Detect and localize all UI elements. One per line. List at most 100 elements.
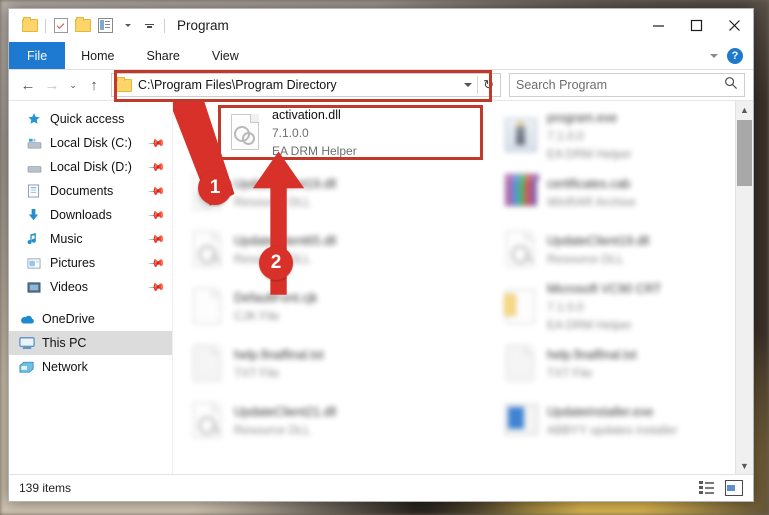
properties-checkbox-icon[interactable] [50,15,72,37]
help-icon[interactable]: ? [727,47,743,64]
executable-icon [502,115,538,157]
selected-file-item[interactable]: activation.dll 7.1.0.0 EA DRM Helper [218,105,483,160]
wrench-dll-icon [502,229,538,271]
file-item[interactable]: UpdateClient21.dll Resource DLL [185,392,490,449]
close-icon[interactable] [715,9,753,42]
file-name: UpdateClient19.dll [234,176,337,191]
scrollbar-thumb[interactable] [737,120,752,186]
sidebar-item-this-pc[interactable]: This PC [9,331,172,355]
file-text: help.finalfinal.txt TXT File [547,346,637,382]
wrench-dll-icon [189,400,225,442]
navigation-pane: Quick access Local Disk (C:) 📌 Local Dis… [9,101,173,474]
sidebar-item-label: Downloads [50,208,112,222]
search-box[interactable]: Search Program [509,73,745,97]
onedrive-icon [19,313,39,325]
address-divider [477,76,479,94]
file-name: help.finalfinal.txt [547,347,637,362]
scroll-down-icon[interactable]: ▼ [736,457,753,474]
details-view-icon[interactable] [699,481,715,495]
sidebar-item-videos[interactable]: Videos 📌 [9,275,172,299]
up-arrow-icon[interactable]: ↑ [83,73,105,97]
pin-icon[interactable]: 📌 [148,254,167,273]
file-item[interactable]: Microsoft VC90 CRT 7.1.0.0 EA DRM Helper [498,278,753,335]
file-meta: Resource DLL [234,251,311,266]
recent-locations-chevron-icon[interactable]: ⌄ [65,73,81,97]
star-icon [27,112,47,126]
maximize-icon[interactable] [677,9,715,42]
pin-icon[interactable]: 📌 [148,230,167,249]
file-text: UpdateClient21.dll Resource DLL [234,403,336,439]
selected-file-version: 7.1.0.0 [272,125,309,140]
refresh-icon[interactable]: ↻ [483,77,496,93]
sidebar-item-network[interactable]: Network [9,355,172,379]
file-meta: 7.1.0.0 [547,299,584,314]
tab-file[interactable]: File [9,42,66,69]
file-item[interactable]: Updateinstaller.exe ABBYY updates instal… [498,392,753,449]
back-arrow-icon[interactable]: ← [17,73,39,97]
file-item[interactable]: DefaultFont.cjk CJK File [185,278,490,335]
address-bar[interactable]: C:\Program Files\Program Directory ↻ [111,73,501,97]
network-icon [19,360,39,374]
address-dropdown-chevron-icon[interactable] [464,83,473,87]
new-folder-icon[interactable] [72,15,94,37]
sidebar-item-label: Documents [50,184,114,198]
folder-icon[interactable] [19,15,41,37]
file-explorer-window: Program File Home Share View ? ← → ⌄ ↑ C… [8,8,754,502]
properties-icon[interactable] [94,15,116,37]
videos-icon [27,281,47,294]
vertical-scrollbar[interactable]: ▲ ▼ [735,101,753,474]
file-name: help.finalfinal.txt [234,347,324,362]
sidebar-item-downloads[interactable]: Downloads 📌 [9,203,172,227]
explorer-body: Quick access Local Disk (C:) 📌 Local Dis… [9,87,753,474]
file-text: Updateinstaller.exe ABBYY updates instal… [547,403,678,439]
ribbon-right-controls: ? [710,42,753,69]
qat-divider-2 [164,18,165,33]
file-item[interactable]: help.finalfinal.txt TXT File [498,335,753,392]
tab-home[interactable]: Home [65,42,130,69]
sidebar-item-quick-access[interactable]: Quick access [9,107,172,131]
wrench-dll-icon [189,172,225,214]
file-meta-2: EA DRM Helper [547,317,632,332]
ribbon-tab-bar: File Home Share View ? [9,42,753,70]
file-text: certificates.cab WinRAR Archive [547,175,636,211]
sidebar-item-label: This PC [42,336,87,350]
thumbnail-view-icon[interactable] [725,480,743,496]
search-icon[interactable] [724,76,738,95]
minimize-icon[interactable] [639,9,677,42]
file-meta: Resource DLL [234,422,311,437]
file-item[interactable]: UpdateClient65.dll Resource DLL [185,221,490,278]
gears-dll-icon [227,112,263,154]
qat-properties-caret-icon[interactable] [116,15,138,37]
file-text: program.exe 7.1.0.0 EA DRM Helper [547,109,632,163]
quick-access-toolbar [9,15,169,37]
pin-icon[interactable]: 📌 [148,182,167,201]
sidebar-item-documents[interactable]: Documents 📌 [9,179,172,203]
sidebar-item-local-disk-d[interactable]: Local Disk (D:) 📌 [9,155,172,179]
file-name: UpdateClient21.dll [234,404,337,419]
file-text: help.finalfinal.txt TXT File [234,346,324,382]
pin-icon[interactable]: 📌 [148,134,167,153]
file-meta: TXT File [234,365,280,380]
scrollbar-track[interactable] [736,118,753,457]
file-item[interactable]: UpdateClient19.dll Resource DLL [498,221,753,278]
file-column-left: UpdateClient19.dll Resource DLL UpdateCl… [185,107,490,474]
file-item[interactable]: certificates.cab WinRAR Archive [498,164,753,221]
file-text: DefaultFont.cjk CJK File [234,289,317,325]
chevron-down-icon[interactable] [710,53,718,58]
file-list-pane[interactable]: UpdateClient19.dll Resource DLL UpdateCl… [166,87,753,474]
music-icon [27,232,47,246]
sidebar-item-onedrive[interactable]: OneDrive [9,307,172,331]
pin-icon[interactable]: 📌 [148,206,167,225]
tab-view[interactable]: View [196,42,255,69]
pin-icon[interactable]: 📌 [148,278,167,297]
customize-qat-icon[interactable] [138,15,160,37]
file-item[interactable]: help.finalfinal.txt TXT File [185,335,490,392]
sidebar-item-pictures[interactable]: Pictures 📌 [9,251,172,275]
sidebar-item-local-disk-c[interactable]: Local Disk (C:) 📌 [9,131,172,155]
sidebar-item-music[interactable]: Music 📌 [9,227,172,251]
file-item[interactable]: program.exe 7.1.0.0 EA DRM Helper [498,107,753,164]
pin-icon[interactable]: 📌 [148,158,167,177]
tab-share[interactable]: Share [131,42,196,69]
forward-arrow-icon[interactable]: → [41,73,63,97]
file-item[interactable]: UpdateClient19.dll Resource DLL [185,164,490,221]
